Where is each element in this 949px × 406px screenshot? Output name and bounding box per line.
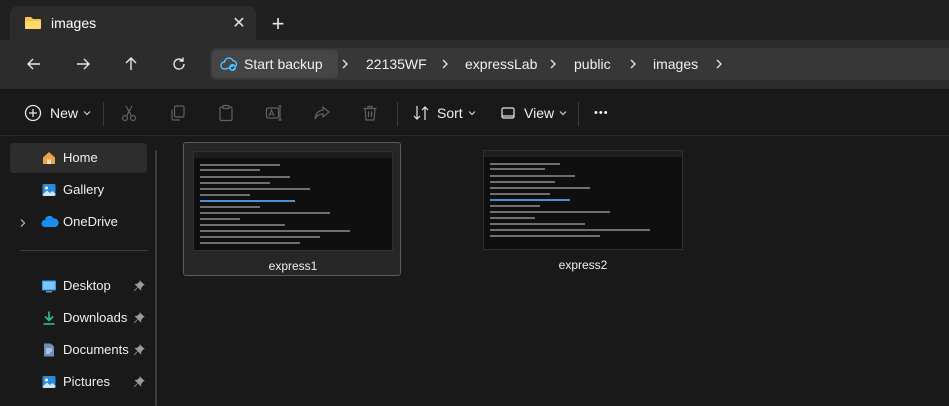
paste-icon [219,104,233,122]
pictures-icon [41,374,57,390]
breadcrumb-expresslab[interactable]: expressLab [465,48,537,80]
more-options-icon[interactable]: ••• [594,101,609,125]
close-tab-icon[interactable]: ✕ [227,11,251,35]
new-label: New [50,105,79,121]
documents-icon [41,342,57,358]
image-thumbnail [193,151,393,251]
sort-icon [413,106,429,120]
rename-button[interactable] [265,101,283,125]
sidebar-item-downloads[interactable]: Downloads [10,303,147,333]
sort-button[interactable]: Sort [412,101,476,125]
desktop-icon [41,278,57,294]
file-tile[interactable]: express1 [183,142,401,276]
divider [103,102,104,126]
cut-button[interactable] [120,101,138,125]
cloud-icon [41,214,59,230]
chevron-right-icon[interactable] [714,48,724,80]
copy-button[interactable] [169,101,187,125]
navigation-bar: Start backup 22135WF expressLab public i… [0,40,949,88]
view-label: View [524,105,555,121]
address-bar[interactable]: Start backup 22135WF expressLab public i… [210,48,949,80]
rename-icon [265,105,282,121]
forward-button[interactable] [71,52,95,76]
folder-icon [24,15,42,36]
file-name: express1 [268,259,318,273]
delete-icon [363,105,377,121]
divider [578,102,579,126]
chevron-down-icon [468,111,476,116]
chevron-right-icon[interactable] [628,48,638,80]
sidebar-item-documents[interactable]: Documents [10,335,147,365]
breadcrumb-images[interactable]: images [653,48,698,80]
pin-icon[interactable] [133,279,145,297]
download-icon [41,310,57,326]
refresh-button[interactable] [167,52,191,76]
cloud-backup-icon [220,56,238,77]
home-icon [41,150,57,166]
sort-label: Sort [437,105,463,121]
sidebar-item-label: Pictures [63,374,110,389]
sidebar-item-label: Documents [63,342,129,357]
sidebar-item-label: Downloads [63,310,128,325]
breadcrumb-22135wf[interactable]: 22135WF [366,48,427,80]
start-backup-label: Start backup [244,56,323,72]
sidebar-item-onedrive[interactable]: OneDrive [10,207,147,237]
arrow-right-icon [77,58,90,70]
refresh-icon [173,57,185,70]
sidebar-item-label: OneDrive [63,214,118,229]
pin-icon[interactable] [133,343,145,361]
sidebar-item-label: Gallery [63,182,105,197]
arrow-left-icon [27,58,40,70]
arrow-up-icon [125,57,137,70]
gallery-icon [41,182,57,198]
sidebar-item-desktop[interactable]: Desktop [10,271,147,301]
new-button[interactable]: New [24,101,91,125]
chevron-down-icon [559,111,567,116]
paste-button[interactable] [217,101,235,125]
divider [20,250,148,251]
view-button[interactable]: View [500,101,567,125]
divider [397,102,398,126]
file-name: express2 [558,258,608,272]
breadcrumb-public[interactable]: public [574,48,611,80]
chevron-down-icon [83,111,91,116]
tab-images[interactable]: images ✕ [10,6,256,40]
sidebar-item-label: Desktop [63,278,111,293]
sidebar-scrollbar[interactable] [155,150,157,406]
chevron-right-icon[interactable] [440,48,450,80]
new-tab-button[interactable]: + [266,11,290,36]
sidebar-item-gallery[interactable]: Gallery [10,175,147,205]
cut-icon [121,105,137,122]
share-icon [314,105,330,120]
file-tile[interactable]: express2 [474,142,692,276]
sidebar-item-pictures[interactable]: Pictures [10,367,147,397]
back-button[interactable] [22,52,46,76]
navigation-pane: Home Gallery OneDrive Desktop Downloads [0,137,170,406]
pin-icon[interactable] [133,311,145,329]
plus-circle-icon [24,104,42,122]
up-button[interactable] [119,52,143,76]
command-bar: New Sort View ••• [0,88,949,136]
sidebar-item-label: Home [63,150,98,165]
view-icon [501,107,515,119]
tab-title: images [51,15,97,31]
share-button[interactable] [313,101,331,125]
chevron-right-icon[interactable] [548,48,558,80]
chevron-right-icon[interactable] [340,48,350,80]
pin-icon[interactable] [133,375,145,393]
start-backup-button[interactable]: Start backup [212,50,338,78]
copy-icon [171,105,185,121]
image-thumbnail [483,150,683,250]
sidebar-item-home[interactable]: Home [10,143,147,173]
delete-button[interactable] [361,101,379,125]
